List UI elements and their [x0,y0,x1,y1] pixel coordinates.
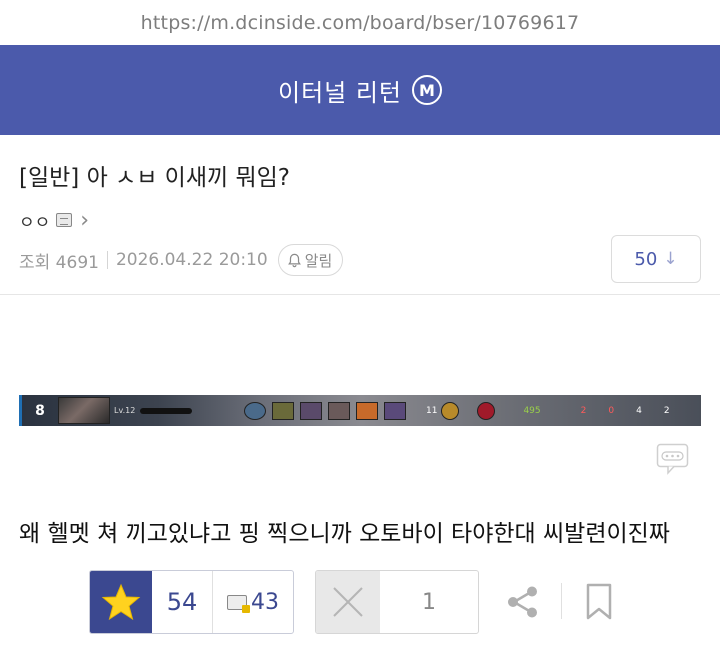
gallery-title[interactable]: 이터널 리턴 [278,73,402,108]
recommend-button[interactable] [90,571,152,633]
hud-item-head [328,401,350,420]
action-divider [561,583,562,619]
hud-stat-2: 0 [608,405,615,416]
post-date: 2026.04.22 20:10 [115,250,268,270]
comment-count: 50 [634,248,658,270]
hud-player-level: 8 [35,402,45,419]
hud-item-chest [300,401,322,420]
gallery-header: 이터널 리턴 M [0,45,720,135]
view-count: 조회 4691 [19,252,99,273]
content-divider [0,294,720,295]
chevron-right-icon[interactable]: › [80,208,89,233]
hud-kills-small: 11 [426,405,438,416]
hud-stat-main: 495 [523,405,541,416]
hud-item-arm [356,401,378,420]
hud-stat-3: 4 [636,405,642,416]
post-title: [일반] 아 ㅅㅂ 이새끼 뭐임? [19,165,290,191]
arrow-down-icon: ↓ [663,249,678,269]
bookmark-icon[interactable] [585,583,613,621]
recommend-box[interactable]: 54 43 [89,570,294,634]
alarm-button[interactable]: 알림 [277,244,344,276]
url-text: https://m.dcinside.com/board/bser/107696… [140,11,580,34]
gallog-icon[interactable] [56,213,73,227]
author-info[interactable]: ㅇㅇ › [19,206,89,234]
game-scoreboard-image: 8 Lv.12 11 495 2 0 4 2 [19,395,701,426]
hud-redacted-name [140,407,192,414]
author-nickname[interactable]: ㅇㅇ [19,208,50,233]
fixed-recommend-count: 43 [251,589,279,615]
minor-gallery-badge: M [412,75,443,105]
hud-item-leg [384,401,406,420]
character-portrait [58,397,110,424]
x-icon [333,587,363,617]
fixed-user-icon [227,594,250,613]
post-meta: 조회 4691 2026.04.22 20:10 알림 [19,244,344,276]
hud-stat-1: 2 [580,405,587,416]
address-bar[interactable]: https://m.dcinside.com/board/bser/107696… [0,0,720,45]
nonrecommend-count: 1 [422,589,436,615]
hud-augment-icon [477,401,496,420]
meta-divider [106,251,108,269]
hud-stat-4: 2 [663,405,670,416]
bell-icon [287,253,301,267]
comment-jump-button[interactable]: 50 ↓ [611,235,701,283]
fixed-recommend[interactable]: 43 [213,590,293,615]
post-body-text: 왜 헬멧 쳐 끼고있냐고 핑 찍으니까 오토바이 타야한대 씨발련이진짜 [19,521,670,547]
share-icon[interactable] [505,584,541,620]
alarm-label: 알림 [304,251,333,270]
hud-skill-icon [244,401,266,420]
recommend-count: 54 [166,588,198,616]
chat-icon[interactable] [656,443,689,475]
hud-item-weapon [272,401,294,420]
hud-level-text: Lv.12 [114,406,136,415]
nonrecommend-box[interactable]: 1 [315,570,479,634]
star-icon [101,583,141,621]
hud-tactical-skill [441,401,460,420]
nonrecommend-button[interactable] [316,571,380,633]
